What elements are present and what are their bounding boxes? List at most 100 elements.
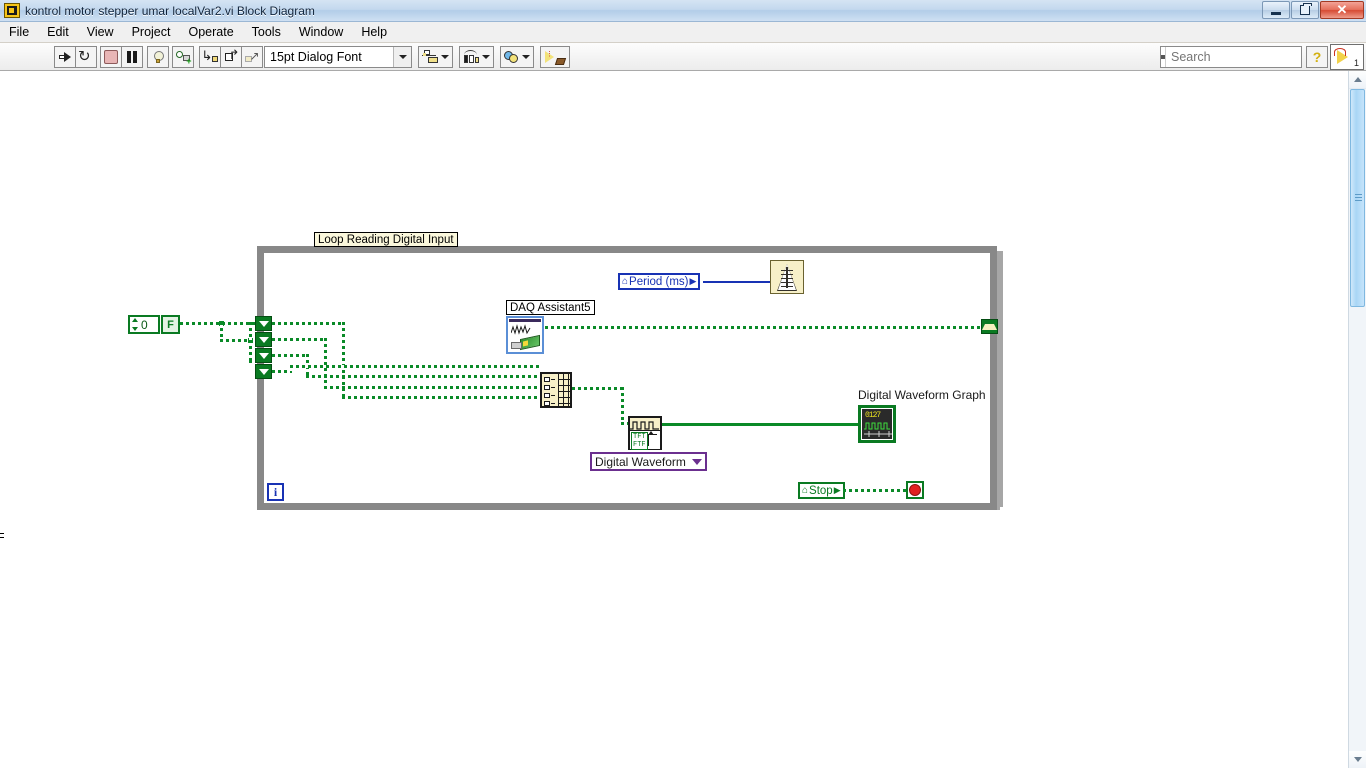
loop-tunnel-3[interactable] — [255, 348, 272, 363]
run-continuously-icon — [79, 51, 93, 64]
run-continuously-button[interactable] — [75, 46, 97, 68]
square-wave-icon — [630, 418, 660, 431]
loop-label: Loop Reading Digital Input — [314, 232, 458, 247]
align-objects-button[interactable] — [418, 46, 453, 68]
close-button[interactable]: ✕ — [1320, 1, 1364, 19]
canvas-artifact — [0, 533, 4, 534]
step-into-button[interactable] — [199, 46, 221, 68]
loop-tunnel-4[interactable] — [255, 364, 272, 379]
loop-tunnel-output[interactable] — [981, 319, 998, 334]
labview-block-diagram-window: kontrol motor stepper umar localVar2.vi … — [0, 0, 1366, 768]
local-variable-period[interactable]: ⌂ Period (ms) ▶ — [618, 273, 701, 290]
wire-segment — [249, 322, 252, 362]
wire-stop-to-terminal — [843, 489, 906, 492]
numeric-constant-value: 0 — [141, 317, 148, 332]
scroll-down-icon — [1353, 757, 1362, 762]
digital-waveform-node[interactable]: TFT FTF — [628, 416, 662, 450]
reorder-dropdown-arrow[interactable] — [522, 55, 530, 59]
local-var-arrow-icon: ▶ — [689, 276, 697, 286]
abort-button[interactable] — [100, 46, 122, 68]
title-bar-left: kontrol motor stepper umar localVar2.vi … — [4, 3, 315, 18]
context-help-button[interactable]: 1 — [1330, 44, 1364, 70]
font-selector-label: 15pt Dialog Font — [270, 50, 362, 64]
build-array-node[interactable] — [540, 372, 572, 408]
daq-card-icon — [520, 334, 540, 351]
wire-dwf-to-graph — [662, 423, 858, 426]
title-bar: kontrol motor stepper umar localVar2.vi … — [0, 0, 1366, 22]
minimize-button[interactable] — [1262, 1, 1290, 19]
context-help-number: 1 — [1353, 58, 1359, 68]
step-out-button[interactable] — [241, 46, 263, 68]
light-bulb-icon — [152, 50, 164, 64]
pause-icon — [126, 51, 138, 63]
menu-item-file[interactable]: File — [0, 23, 38, 41]
distribute-dropdown-arrow[interactable] — [482, 55, 490, 59]
loop-stop-terminal[interactable] — [906, 481, 924, 499]
step-over-button[interactable] — [220, 46, 242, 68]
local-var-home-icon: ⌂ — [802, 485, 809, 496]
reorder-button[interactable] — [500, 46, 534, 68]
cleanup-diagram-button[interactable]: ⋮ — [540, 46, 570, 68]
abort-icon — [104, 50, 118, 64]
retain-wire-values-button[interactable]: + — [172, 46, 194, 68]
minimize-icon — [1263, 2, 1289, 18]
graph-digits: 0127 — [865, 411, 881, 420]
loop-tunnel-1[interactable] — [255, 316, 272, 331]
menu-item-window[interactable]: Window — [290, 23, 352, 41]
menu-item-help[interactable]: Help — [352, 23, 396, 41]
scroll-up-button[interactable] — [1349, 71, 1366, 89]
debug-group — [147, 46, 169, 68]
wire-tunnel2 — [272, 338, 326, 341]
wire-tunnel3 — [306, 375, 542, 378]
wait-metronome-node[interactable] — [770, 260, 804, 294]
numeric-spinner[interactable] — [131, 317, 139, 332]
boolean-array-row-1: TFT — [633, 433, 646, 441]
align-distribute-group: ⋮ — [418, 46, 576, 68]
font-dropdown-arrow[interactable] — [393, 47, 411, 67]
align-dropdown-arrow[interactable] — [441, 55, 449, 59]
window-controls: ✕ — [1261, 1, 1364, 19]
step-arrow-icon — [648, 431, 657, 446]
vertical-scrollbar[interactable] — [1348, 71, 1366, 768]
build-array-inputs — [542, 374, 559, 406]
scroll-down-button[interactable] — [1349, 751, 1366, 768]
highlight-execution-button[interactable] — [147, 46, 169, 68]
menu-item-view[interactable]: View — [78, 23, 123, 41]
digital-waveform-enum-label: Digital Waveform — [595, 454, 686, 469]
wire-tunnel4 — [290, 365, 542, 368]
digital-waveform-enum-constant[interactable]: Digital Waveform — [590, 452, 707, 471]
daq-plug-icon — [511, 342, 522, 349]
wire-array-to-dwf — [572, 387, 624, 390]
run-button[interactable] — [54, 46, 76, 68]
align-objects-icon — [422, 50, 439, 64]
scrollbar-thumb[interactable] — [1350, 89, 1365, 307]
search-box[interactable] — [1160, 46, 1345, 68]
font-selector[interactable]: 15pt Dialog Font — [264, 46, 412, 68]
step-out-icon — [244, 49, 260, 63]
help-button[interactable]: ? — [1306, 46, 1328, 68]
wire-period-to-wait — [703, 281, 771, 283]
menu-bar: File Edit View Project Operate Tools Win… — [0, 22, 1366, 43]
menu-item-edit[interactable]: Edit — [38, 23, 78, 41]
probe-icon: + — [175, 50, 192, 66]
enum-dropdown-arrow[interactable] — [691, 458, 702, 465]
restore-button[interactable] — [1291, 1, 1319, 19]
graph-waveform-icon — [864, 422, 890, 430]
menu-item-tools[interactable]: Tools — [243, 23, 290, 41]
graph-icon: 0127 — [862, 409, 892, 439]
block-diagram-canvas[interactable]: Loop Reading Digital Input 0 F ⌂ Period … — [0, 71, 1348, 768]
graph-label: Digital Waveform Graph — [858, 388, 986, 402]
numeric-constant[interactable]: 0 — [128, 315, 160, 334]
iteration-terminal[interactable]: i — [267, 483, 284, 501]
menu-item-project[interactable]: Project — [123, 23, 180, 41]
distribute-objects-button[interactable] — [459, 46, 494, 68]
loop-tunnel-2[interactable] — [255, 332, 272, 347]
menu-item-operate[interactable]: Operate — [179, 23, 242, 41]
boolean-constant[interactable]: F — [161, 315, 180, 334]
wire-tunnel3 — [272, 354, 308, 357]
daq-assistant-node[interactable] — [506, 316, 544, 354]
graph-axis-icon — [864, 431, 892, 437]
digital-waveform-graph-terminal[interactable]: 0127 — [858, 405, 896, 443]
local-variable-stop[interactable]: ⌂ Stop ▶ — [798, 482, 845, 499]
pause-button[interactable] — [121, 46, 143, 68]
